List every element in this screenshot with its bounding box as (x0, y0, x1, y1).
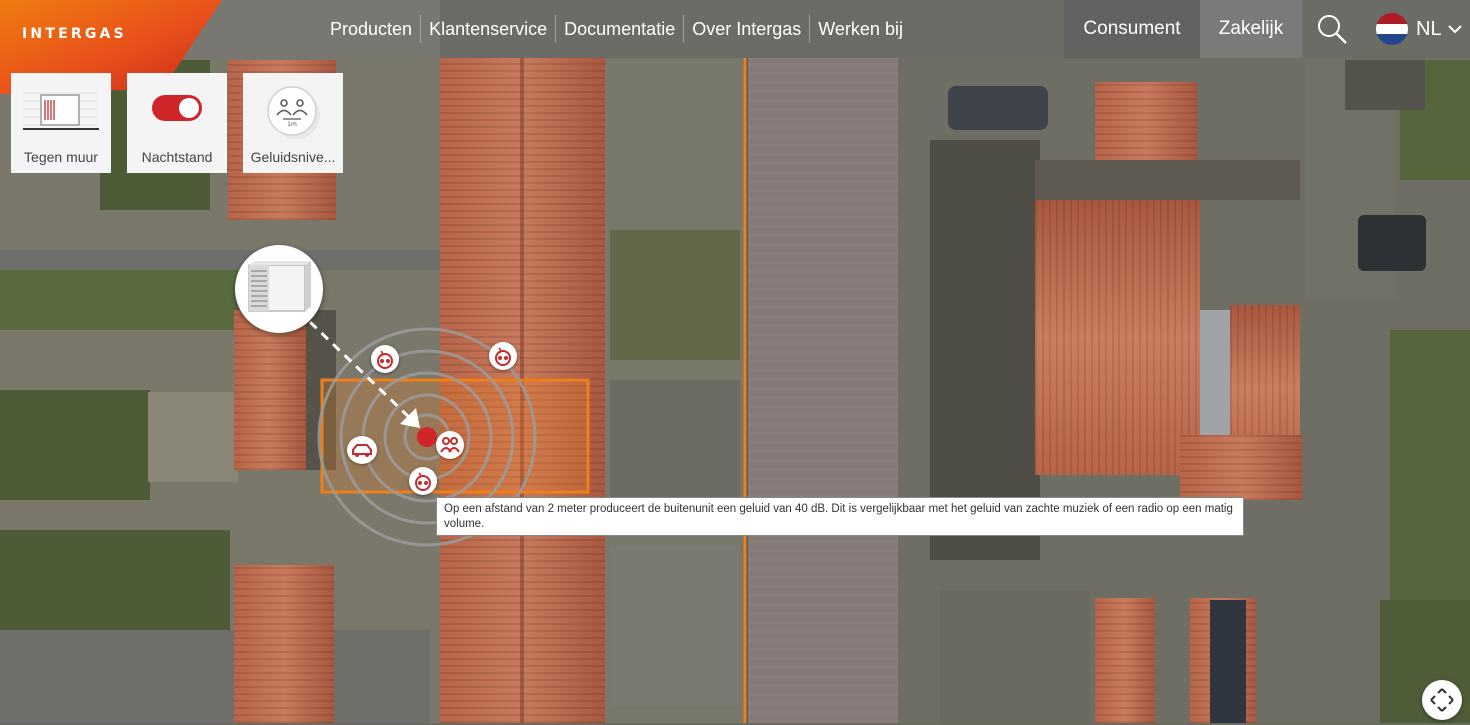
tool-label: Geluidsnive... (250, 149, 336, 165)
noise-source-icon (415, 472, 431, 491)
nav-item-werken-bij[interactable]: Werken bij (810, 15, 911, 43)
noise-marker-2[interactable] (489, 342, 517, 370)
tool-tegen-muur[interactable]: Tegen muur (11, 73, 111, 173)
tool-label: Nachtstand (141, 149, 213, 165)
tool-geluidsniveau[interactable]: 1m Geluidsnive... (243, 73, 343, 173)
sound-info-tooltip: Op een afstand van 2 meter produceert de… (436, 497, 1244, 536)
nav-item-over-intergas[interactable]: Over Intergas (684, 15, 811, 43)
chevron-down-icon (1447, 25, 1462, 34)
noise-marker-1[interactable] (371, 345, 399, 373)
search-icon (1318, 15, 1347, 44)
language-label: NL (1416, 17, 1442, 40)
heat-pump-bubble[interactable] (235, 245, 323, 333)
noise-source-icon (495, 347, 511, 366)
tab-zakelijk[interactable]: Zakelijk (1200, 0, 1302, 58)
recenter-arrows-icon (1430, 688, 1454, 712)
nav-item-producten[interactable]: Producten (322, 15, 422, 43)
nav-item-documentatie[interactable]: Documentatie (556, 15, 685, 43)
language-selector[interactable]: NL (1376, 12, 1462, 46)
toggle-knob (179, 98, 199, 118)
night-mode-toggle[interactable] (152, 95, 202, 121)
tab-consument[interactable]: Consument (1064, 0, 1200, 58)
sound-level-icon: 1m (267, 86, 320, 139)
car-icon (352, 444, 372, 457)
search-button[interactable] (1302, 0, 1362, 58)
noise-source-icon (377, 350, 393, 369)
tool-nachtstand[interactable]: Nachtstand (127, 73, 227, 173)
people-icon (440, 437, 460, 453)
recenter-button[interactable] (1422, 680, 1462, 720)
wall-unit-icon (23, 92, 99, 130)
nav-item-klantenservice[interactable]: Klantenservice (421, 15, 557, 43)
tool-label: Tegen muur (24, 149, 98, 165)
noise-marker-4[interactable] (436, 431, 464, 459)
noise-marker-3[interactable] (347, 436, 377, 464)
heat-pump-outdoor-unit-icon (248, 261, 311, 312)
main-nav: Producten Klantenservice Documentatie Ov… (322, 0, 911, 58)
netherlands-flag-icon (1376, 13, 1408, 45)
svg-text:1m: 1m (287, 121, 297, 128)
logo-text: INTERGAS (22, 26, 127, 42)
noise-marker-5[interactable] (409, 467, 437, 495)
